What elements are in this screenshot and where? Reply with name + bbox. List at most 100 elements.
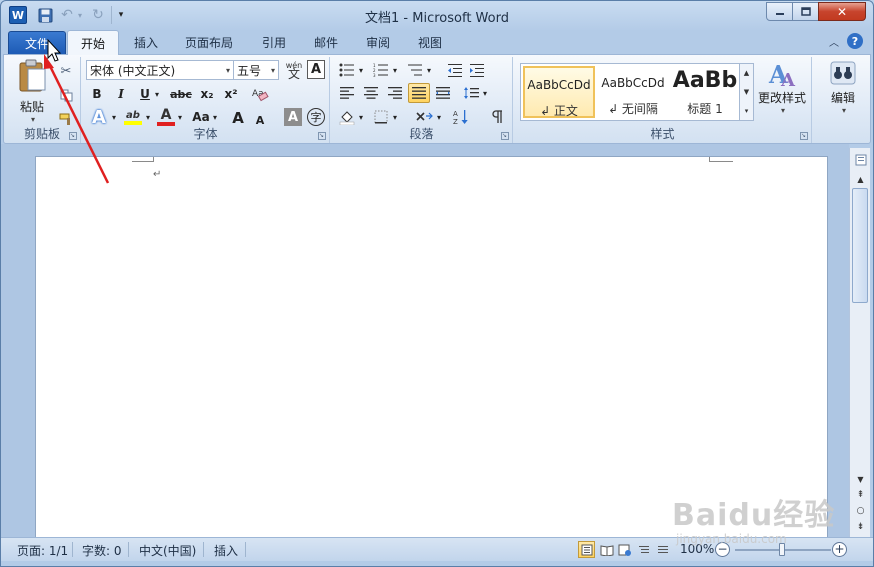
browse-object-icon[interactable]: ○ [852, 504, 869, 518]
font-color-a-icon: A [160, 107, 172, 123]
phonetic-char: 文 [287, 67, 300, 81]
tab-insert[interactable]: 插入 [134, 34, 158, 51]
font-color-dropdown-icon[interactable]: ▾ [176, 107, 184, 127]
character-border-icon[interactable]: A [307, 60, 325, 79]
clear-formatting-icon[interactable]: Aa [250, 85, 270, 103]
borders-icon[interactable] [371, 107, 391, 127]
scroll-up-icon[interactable]: ▲ [852, 172, 869, 186]
maximize-button[interactable] [792, 2, 819, 21]
print-layout-view-icon[interactable] [578, 541, 595, 558]
style-heading-1[interactable]: AaBb 标题 1 [669, 66, 741, 118]
text-effects-dropdown-icon[interactable]: ▾ [110, 107, 118, 127]
shading-dropdown-icon[interactable]: ▾ [357, 107, 365, 127]
gallery-scroll[interactable]: ▲ ▼ ▾ [739, 64, 753, 120]
change-case-dropdown-icon[interactable]: ▾ [211, 107, 219, 127]
style-no-spacing[interactable]: AaBbCcDd ↲ 无间隔 [597, 66, 669, 118]
status-page[interactable]: 页面: 1/1 [17, 542, 68, 559]
ruler-toggle-icon[interactable] [852, 153, 869, 167]
draft-view-icon[interactable] [654, 541, 671, 558]
bullets-dropdown-icon[interactable]: ▾ [357, 61, 365, 79]
multilevel-list-icon[interactable] [405, 61, 425, 79]
cut-icon[interactable]: ✂ [58, 63, 74, 79]
decrease-indent-icon[interactable] [445, 61, 465, 79]
underline-button[interactable]: U [136, 85, 154, 103]
gallery-down-icon[interactable]: ▼ [744, 88, 749, 96]
highlight-color-button[interactable]: ab [122, 107, 144, 127]
gallery-more-icon[interactable]: ▾ [745, 107, 749, 115]
paste-dropdown-icon[interactable]: ▾ [31, 115, 35, 124]
next-page-icon[interactable]: ⇟ [852, 520, 869, 534]
close-button[interactable]: ✕ [818, 2, 866, 21]
web-layout-icon[interactable] [616, 541, 633, 558]
multilevel-dropdown-icon[interactable]: ▾ [425, 61, 433, 79]
scroll-thumb[interactable] [852, 188, 868, 303]
highlight-dropdown-icon[interactable]: ▾ [144, 107, 152, 127]
watermark-line2: jingyan.baidu.com [676, 532, 787, 546]
grow-font-button[interactable]: A [228, 107, 248, 127]
font-color-button[interactable]: A [156, 107, 176, 127]
font-size-select[interactable]: 五号 ▾ [233, 60, 279, 80]
scroll-down-icon[interactable]: ▼ [852, 472, 869, 486]
italic-button[interactable]: I [112, 85, 130, 103]
style-normal[interactable]: AaBbCcDd ↲ 正文 [523, 66, 595, 118]
previous-page-icon[interactable]: ⇞ [852, 488, 869, 502]
copy-icon[interactable] [58, 87, 74, 103]
strikethrough-button[interactable]: abc [168, 85, 194, 103]
styles-launcher-icon[interactable]: ↘ [800, 132, 808, 140]
underline-dropdown-icon[interactable]: ▾ [153, 85, 161, 103]
editing-button[interactable]: 编辑 ▾ [821, 59, 865, 125]
show-hide-marks-icon[interactable] [487, 107, 507, 127]
sort-icon[interactable]: AZ [451, 107, 473, 127]
tab-file[interactable]: 文件 [8, 31, 66, 54]
full-screen-reading-icon[interactable] [598, 541, 615, 558]
change-styles-button[interactable]: AA 更改样式 ▾ [756, 59, 808, 125]
minimize-ribbon-icon[interactable]: ︿ [829, 34, 839, 49]
tab-mailings[interactable]: 邮件 [314, 34, 338, 51]
shading-icon[interactable] [337, 107, 357, 127]
numbering-dropdown-icon[interactable]: ▾ [391, 61, 399, 79]
svg-text:Z: Z [453, 118, 458, 125]
paste-button[interactable]: 粘贴 ▾ [14, 59, 50, 131]
tab-page-layout[interactable]: 页面布局 [185, 34, 233, 51]
chinese-layout-dropdown-icon[interactable]: ▾ [435, 107, 443, 127]
subscript-button[interactable]: x₂ [196, 85, 218, 103]
status-divider [203, 542, 204, 557]
font-name-select[interactable]: 宋体 (中文正文) ▾ [86, 60, 234, 80]
line-spacing-dropdown-icon[interactable]: ▾ [481, 84, 489, 102]
paragraph-launcher-icon[interactable]: ↘ [501, 132, 509, 140]
gallery-up-icon[interactable]: ▲ [744, 69, 749, 77]
character-shading-button[interactable]: A [284, 108, 302, 126]
minimize-button[interactable] [766, 2, 793, 21]
borders-dropdown-icon[interactable]: ▾ [391, 107, 399, 127]
numbering-icon[interactable]: 123 [371, 61, 391, 79]
change-case-button[interactable]: Aa [190, 107, 212, 127]
chinese-layout-icon[interactable] [413, 107, 435, 127]
text-effects-icon[interactable]: A [88, 107, 110, 128]
align-left-icon[interactable] [337, 84, 357, 102]
status-insert-mode[interactable]: 插入 [214, 542, 238, 559]
tab-view[interactable]: 视图 [418, 34, 442, 51]
line-spacing-icon[interactable] [461, 84, 481, 102]
tab-references[interactable]: 引用 [262, 34, 286, 51]
superscript-button[interactable]: x² [220, 85, 242, 103]
bold-button[interactable]: B [88, 85, 106, 103]
bullets-icon[interactable] [337, 61, 357, 79]
font-launcher-icon[interactable]: ↘ [318, 132, 326, 140]
align-right-icon[interactable] [385, 84, 405, 102]
phonetic-guide-button[interactable]: wén 文 [284, 60, 304, 80]
increase-indent-icon[interactable] [467, 61, 487, 79]
clipboard-launcher-icon[interactable]: ↘ [69, 132, 77, 140]
document-page[interactable] [35, 156, 828, 538]
outline-view-icon[interactable] [635, 541, 652, 558]
help-icon[interactable]: ? [847, 33, 863, 49]
justify-icon[interactable] [408, 83, 430, 103]
distributed-align-icon[interactable] [433, 84, 453, 102]
enclose-characters-button[interactable]: 字 [307, 108, 325, 126]
tab-home[interactable]: 开始 [67, 30, 119, 55]
status-language[interactable]: 中文(中国) [139, 542, 196, 559]
shrink-font-button[interactable]: A [250, 107, 270, 127]
align-center-icon[interactable] [361, 84, 381, 102]
tab-review[interactable]: 审阅 [366, 34, 390, 51]
status-words[interactable]: 字数: 0 [82, 542, 122, 559]
vertical-scrollbar[interactable]: ▲ ▼ ⇞ ○ ⇟ [849, 148, 870, 537]
